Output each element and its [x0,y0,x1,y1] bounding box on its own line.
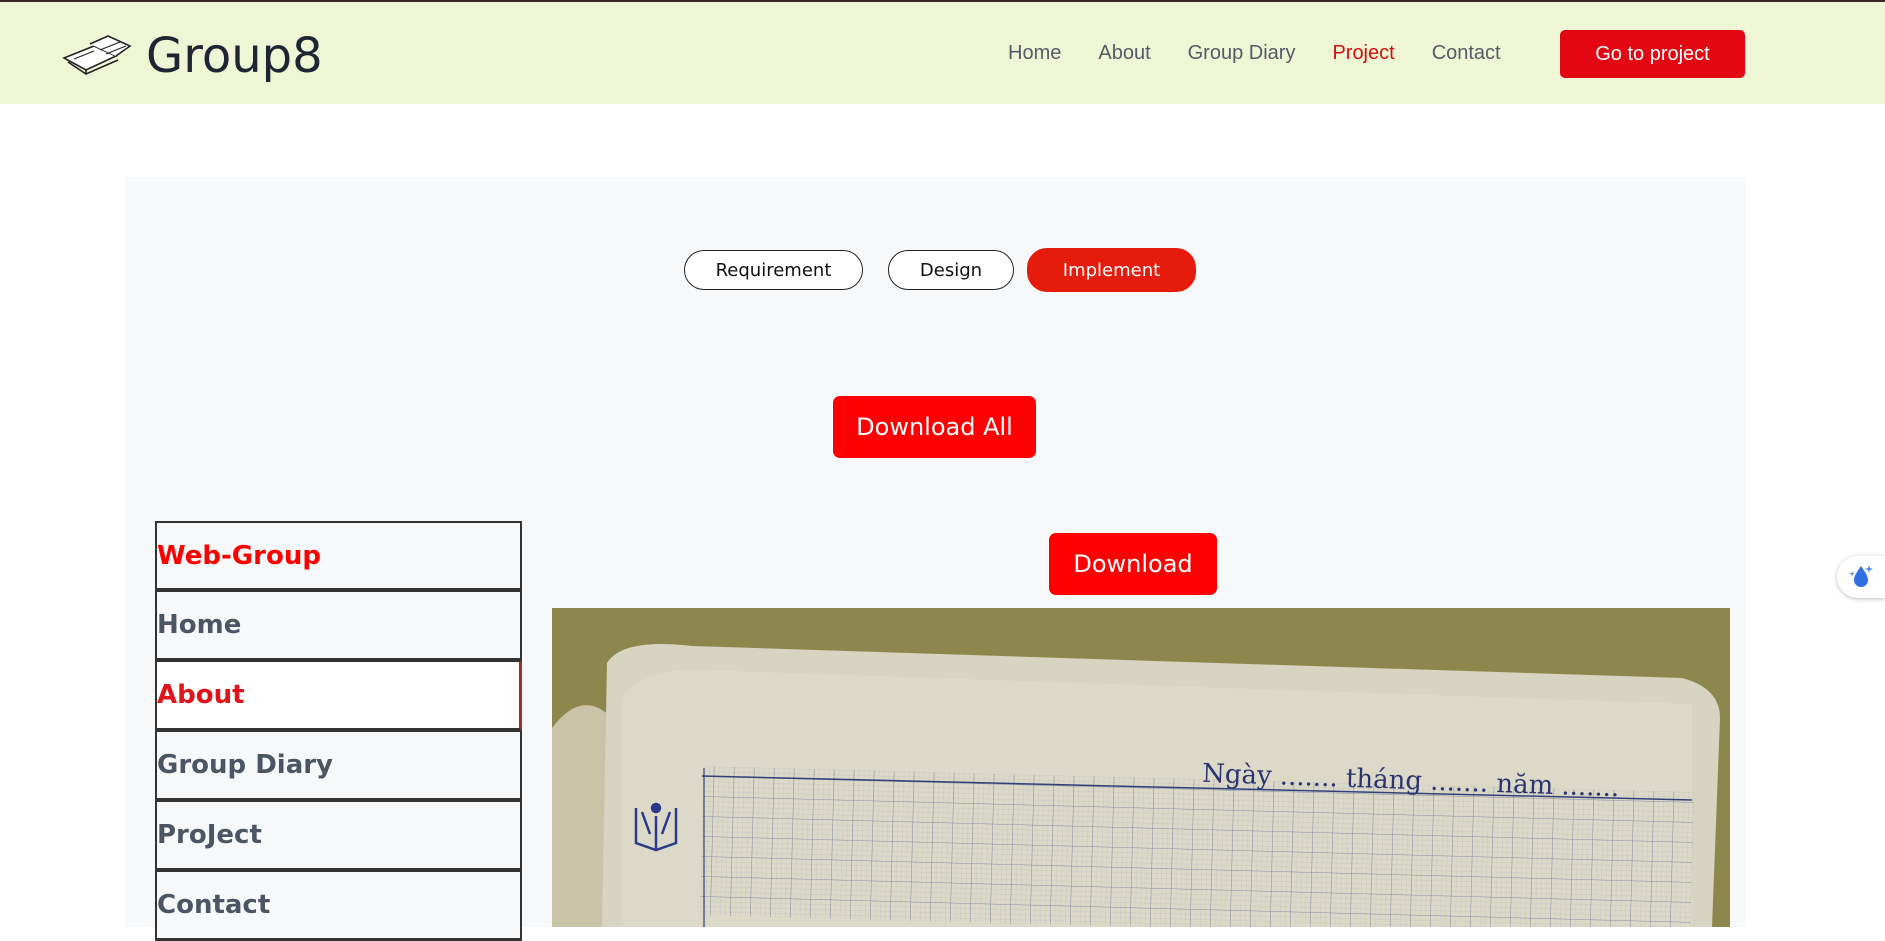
download-button[interactable]: Download [1049,533,1217,595]
site-header: Group8 Home About Group Diary Project Co… [0,2,1885,104]
side-item-project[interactable]: ProJect [155,801,522,871]
side-menu: Web-Group Home About Group Diary ProJect… [155,521,522,941]
tab-design[interactable]: Design [888,250,1014,290]
water-drop-sparkle-icon [1848,562,1874,592]
nav-group-diary[interactable]: Group Diary [1188,42,1296,65]
nav-project[interactable]: Project [1332,42,1394,65]
nav-about[interactable]: About [1098,42,1150,65]
tab-implement[interactable]: Implement [1027,248,1196,292]
phase-tabs: Requirement Design Implement [125,248,1746,292]
side-item-group-diary[interactable]: Group Diary [155,731,522,801]
project-panel: Requirement Design Implement Download Al… [125,177,1746,941]
site-logo[interactable]: Group8 [60,28,323,84]
open-book-icon [60,32,134,80]
side-item-about[interactable]: About [155,661,522,731]
nav-contact[interactable]: Contact [1432,42,1501,65]
nav-home[interactable]: Home [1008,42,1061,65]
download-all-button[interactable]: Download All [833,396,1036,458]
go-to-project-button[interactable]: Go to project [1560,30,1745,78]
main-nav: Home About Group Diary Project Contact [1008,42,1538,65]
notebook-photo: Ngày ....... tháng ....... năm ....... [552,608,1730,927]
side-item-contact[interactable]: Contact [155,871,522,941]
side-item-home[interactable]: Home [155,591,522,661]
side-menu-title: Web-Group [155,521,522,591]
floating-extension-button[interactable] [1837,556,1885,598]
tab-requirement[interactable]: Requirement [684,250,863,290]
logo-text: Group8 [146,28,323,84]
